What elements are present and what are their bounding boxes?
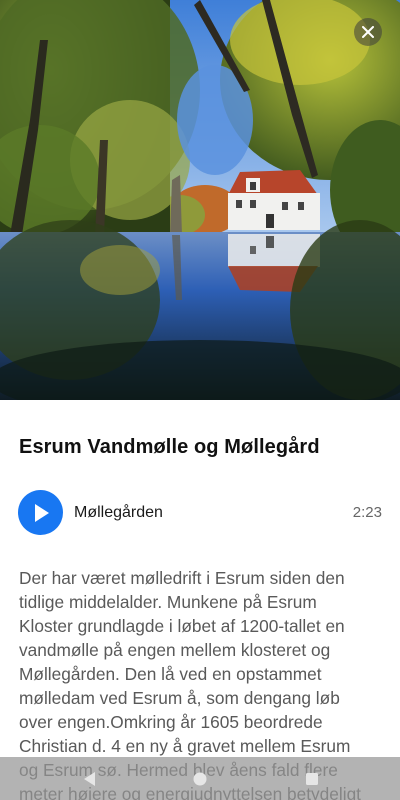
close-icon bbox=[362, 26, 374, 38]
play-button[interactable] bbox=[18, 490, 63, 535]
nav-recents-button[interactable] bbox=[302, 769, 322, 789]
nav-home-button[interactable] bbox=[190, 769, 210, 789]
audio-player: Møllegården 2:23 bbox=[18, 490, 382, 536]
play-icon bbox=[34, 503, 49, 522]
back-triangle-icon bbox=[84, 772, 95, 786]
track-duration: 2:23 bbox=[352, 504, 382, 521]
nav-back-button[interactable] bbox=[80, 769, 100, 789]
mill-photo bbox=[0, 0, 400, 400]
page-title: Esrum Vandmølle og Møllegård bbox=[19, 436, 320, 458]
hero-image bbox=[0, 0, 400, 400]
home-circle-icon bbox=[193, 772, 207, 786]
detail-sheet: Esrum Vandmølle og Møllegård Møllegården… bbox=[0, 400, 400, 800]
track-name: Møllegården bbox=[74, 504, 163, 521]
recents-square-icon bbox=[306, 773, 318, 785]
system-navigation-bar bbox=[0, 757, 400, 800]
close-button[interactable] bbox=[354, 18, 382, 46]
